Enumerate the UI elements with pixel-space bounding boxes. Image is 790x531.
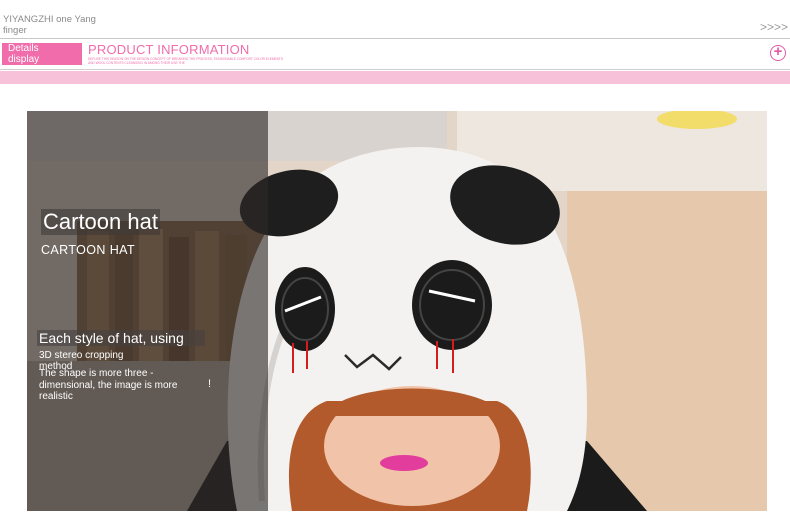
plus-circle-icon[interactable]: +	[770, 44, 786, 61]
photo-title: Cartoon hat	[41, 209, 160, 235]
feature-heading: Each style of hat, using	[37, 330, 205, 346]
pink-band	[0, 71, 790, 84]
feature-line-2: The shape is more three -dimensional, th…	[39, 368, 178, 402]
divider	[0, 69, 790, 70]
divider	[0, 38, 790, 39]
photo-title-caps: CARTOON HAT	[41, 243, 135, 257]
details-label: Details	[8, 43, 39, 54]
brand-name: YIYANGZHI one Yang finger	[3, 14, 96, 36]
product-photo: Cartoon hat CARTOON HAT Each style of ha…	[27, 111, 767, 511]
text-overlay-panel	[27, 111, 268, 511]
section-subtitle: DEFUSE THIS SEASON ON THE DESIGN CONCEPT…	[88, 57, 284, 65]
exclamation-mark: !	[208, 378, 212, 390]
section-title: PRODUCT INFORMATION	[88, 42, 250, 57]
details-display-tab[interactable]: Details display	[2, 43, 82, 65]
more-arrows-link[interactable]: >>>>	[760, 20, 788, 34]
top-bar: YIYANGZHI one Yang finger >>>>	[0, 0, 790, 38]
display-label: display	[8, 54, 40, 65]
